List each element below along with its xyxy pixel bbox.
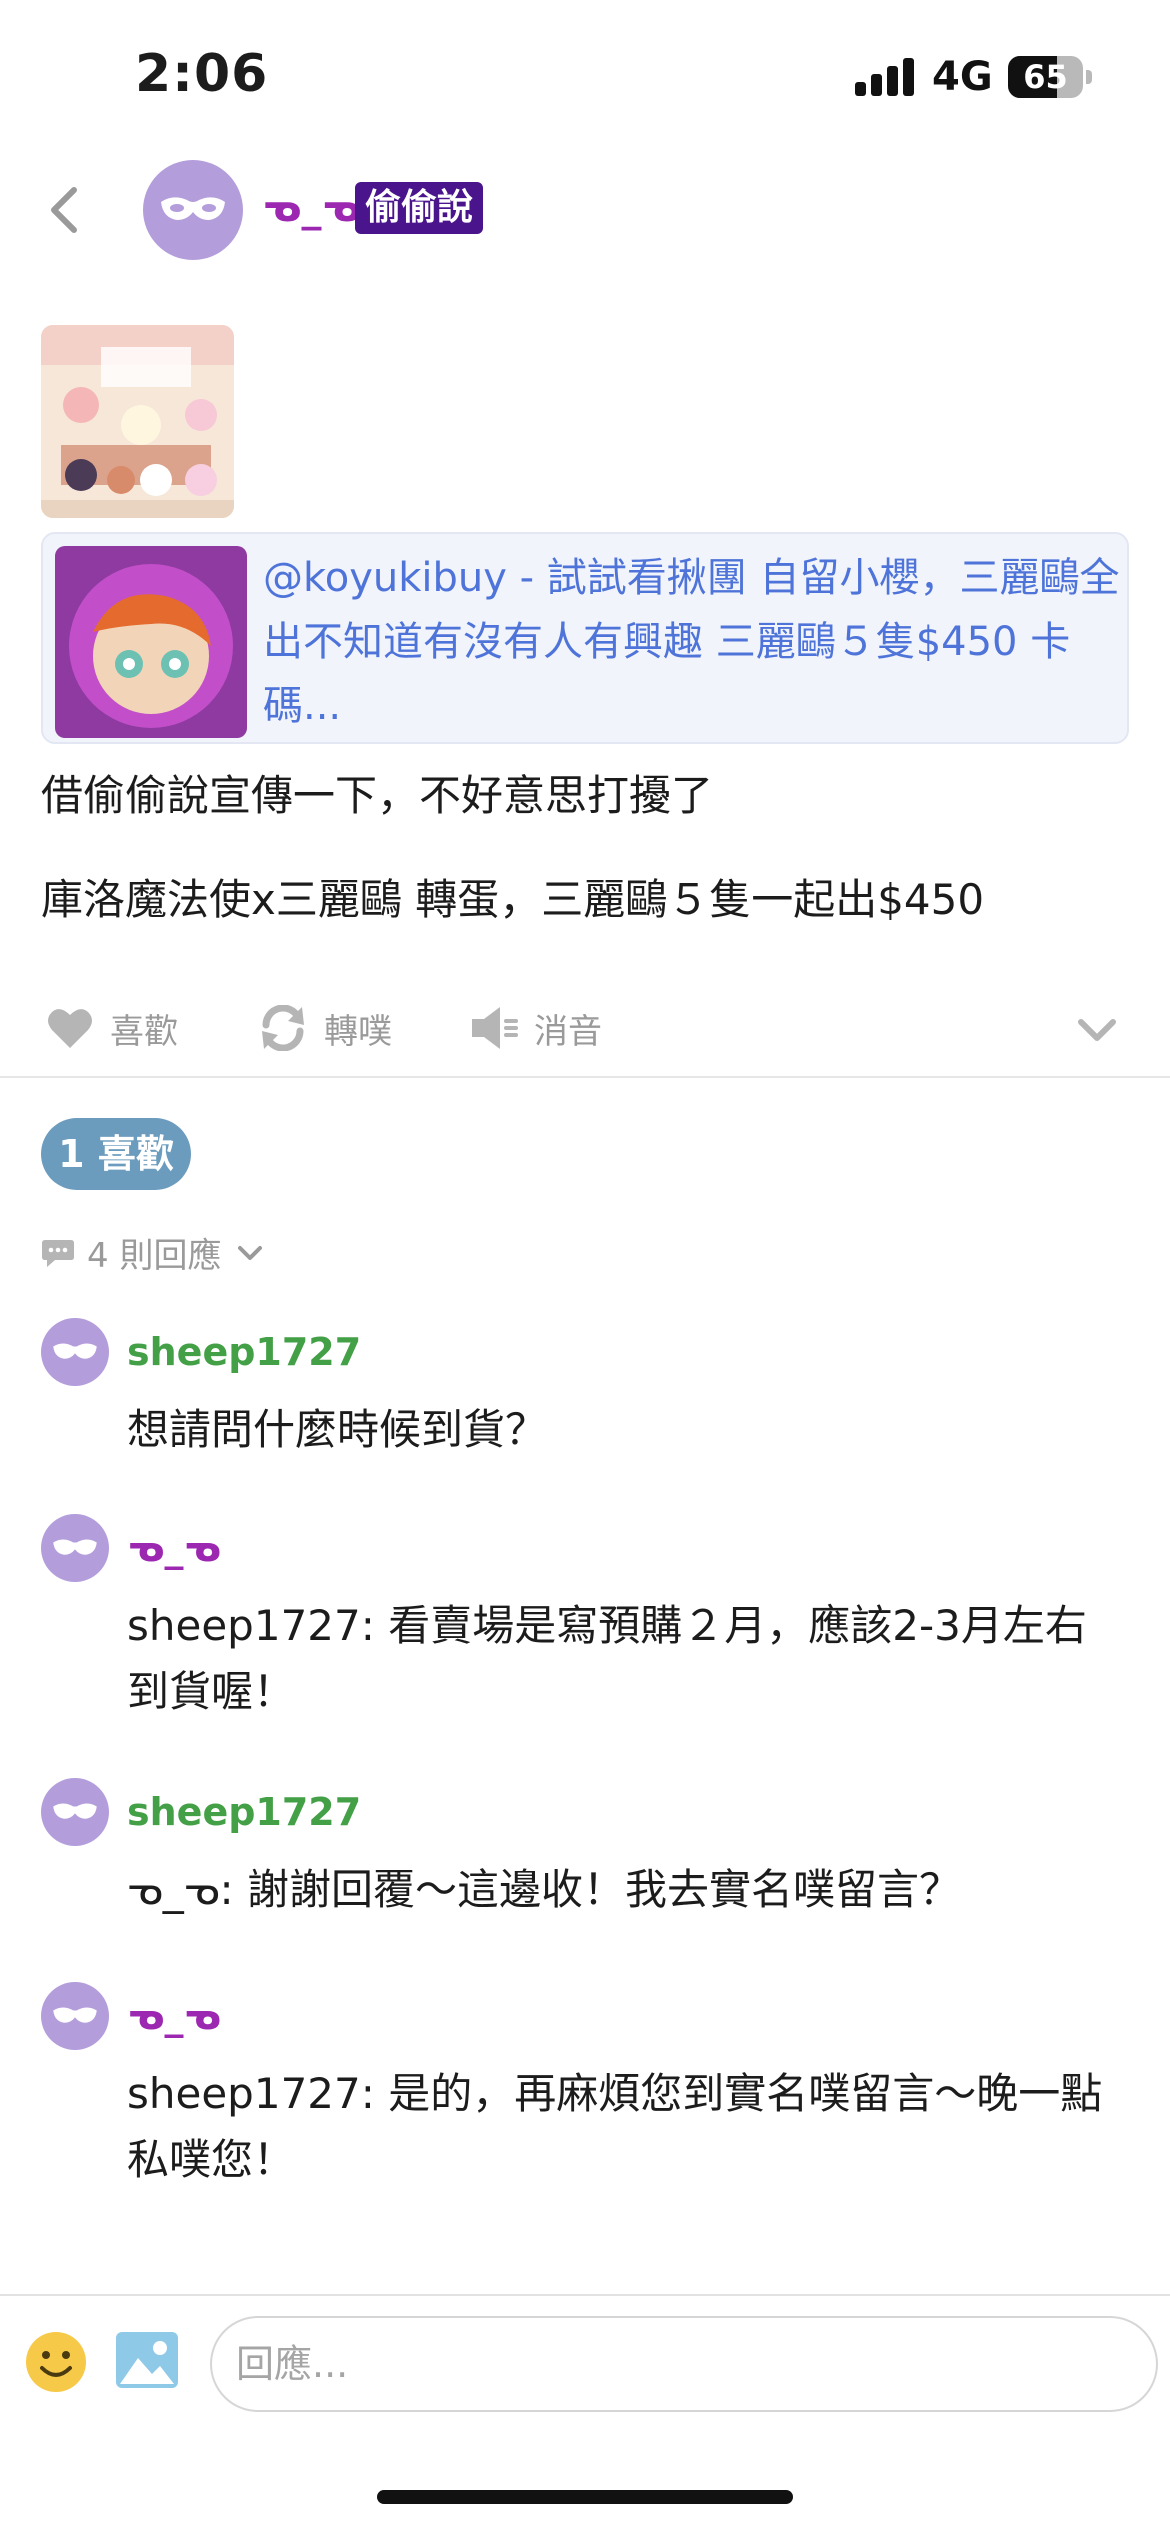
post-paragraph: 庫洛魔法使x三麗鷗 轉蛋，三麗鷗５隻一起出$450 bbox=[41, 875, 985, 924]
link-preview-text[interactable]: @koyukibuy - 試試看揪團 自留小櫻，三麗鷗全出不知道有沒有人有興趣 … bbox=[263, 546, 1121, 738]
mute-icon bbox=[472, 1007, 518, 1049]
reply-text: sheep1727: 看賣場是寫預購２月，應該2-3月左右到貨喔！ bbox=[127, 1601, 1087, 1716]
link-preview-illustration bbox=[55, 546, 247, 738]
reply-text: sheep1727: 是的，再麻煩您到實名噗留言～晚一點私噗您！ bbox=[127, 2069, 1103, 2184]
replurk-label: 轉噗 bbox=[324, 1011, 392, 1052]
section-divider bbox=[0, 1076, 1170, 1078]
back-button[interactable] bbox=[36, 180, 96, 240]
replurk-icon bbox=[262, 1005, 304, 1051]
mask-icon bbox=[53, 1539, 97, 1555]
replies-count-label: 4 則回應 bbox=[87, 1236, 222, 1276]
reply-avatar[interactable] bbox=[41, 1778, 109, 1846]
status-bar: 2:06 4G 65 bbox=[0, 0, 1170, 150]
composer-divider bbox=[0, 2294, 1170, 2296]
mask-icon bbox=[161, 197, 225, 220]
anonymous-badge: 偷偷說 bbox=[355, 182, 484, 234]
reply-author[interactable]: ᓀ_ᓀ bbox=[127, 1994, 221, 2038]
emoji-button[interactable] bbox=[24, 2330, 88, 2394]
reply-author[interactable]: sheep1727 bbox=[127, 1330, 361, 1374]
replies-toggle[interactable]: 4 則回應 bbox=[41, 1228, 277, 1277]
replurk-button[interactable]: 轉噗 bbox=[258, 998, 392, 1058]
like-button[interactable]: 喜歡 bbox=[46, 998, 178, 1058]
author-name[interactable]: ᓀ_ᓀ bbox=[262, 185, 361, 231]
battery-icon: 65 bbox=[1008, 56, 1092, 98]
post-actions: 喜歡 轉噗 消音 bbox=[0, 980, 1170, 1070]
mute-label: 消音 bbox=[534, 1011, 602, 1052]
likes-count-button[interactable]: 1 喜歡 bbox=[41, 1118, 191, 1190]
link-preview-card[interactable]: @koyukibuy - 試試看揪團 自留小櫻，三麗鷗全出不知道有沒有人有興趣 … bbox=[41, 532, 1129, 744]
reply-author[interactable]: sheep1727 bbox=[127, 1790, 361, 1834]
reply-author[interactable]: ᓀ_ᓀ bbox=[127, 1526, 221, 1570]
comment-icon bbox=[42, 1239, 74, 1267]
post-header: ᓀ_ᓀ 偷偷說 bbox=[0, 150, 1170, 270]
home-indicator[interactable] bbox=[377, 2490, 793, 2504]
mute-button[interactable]: 消音 bbox=[470, 998, 602, 1058]
post-image[interactable] bbox=[41, 325, 234, 518]
link-preview-image bbox=[55, 546, 247, 738]
chevron-down-icon bbox=[1078, 1019, 1116, 1041]
like-label: 喜歡 bbox=[110, 1011, 178, 1052]
reply-text: 想請問什麼時候到貨？ bbox=[127, 1405, 548, 1454]
reply-text: ᓀ_ᓀ: 謝謝回覆～這邊收！我去實名噗留言？ bbox=[127, 1865, 962, 1914]
post-image-illustration bbox=[41, 325, 234, 518]
reply-input[interactable] bbox=[210, 2316, 1158, 2412]
signal-icon bbox=[855, 58, 915, 96]
mask-icon bbox=[53, 1343, 97, 1359]
reply-avatar[interactable] bbox=[41, 1982, 109, 2050]
reply-avatar[interactable] bbox=[41, 1318, 109, 1386]
chevron-left-icon bbox=[51, 187, 77, 233]
chevron-down-icon bbox=[238, 1245, 263, 1260]
post-paragraph: 借偷偷說宣傳一下，不好意思打擾了 bbox=[41, 771, 714, 820]
reply-avatar[interactable] bbox=[41, 1514, 109, 1582]
network-label: 4G bbox=[932, 54, 993, 100]
image-upload-button[interactable] bbox=[114, 2330, 180, 2390]
battery-percent: 65 bbox=[1023, 58, 1068, 96]
image-icon bbox=[116, 2332, 178, 2388]
mask-icon bbox=[53, 2007, 97, 2023]
more-options-button[interactable] bbox=[1075, 1008, 1119, 1052]
status-time: 2:06 bbox=[135, 44, 269, 104]
mask-icon bbox=[53, 1803, 97, 1819]
heart-icon bbox=[48, 1009, 92, 1048]
author-avatar[interactable] bbox=[143, 160, 243, 260]
emoji-icon bbox=[26, 2332, 86, 2392]
